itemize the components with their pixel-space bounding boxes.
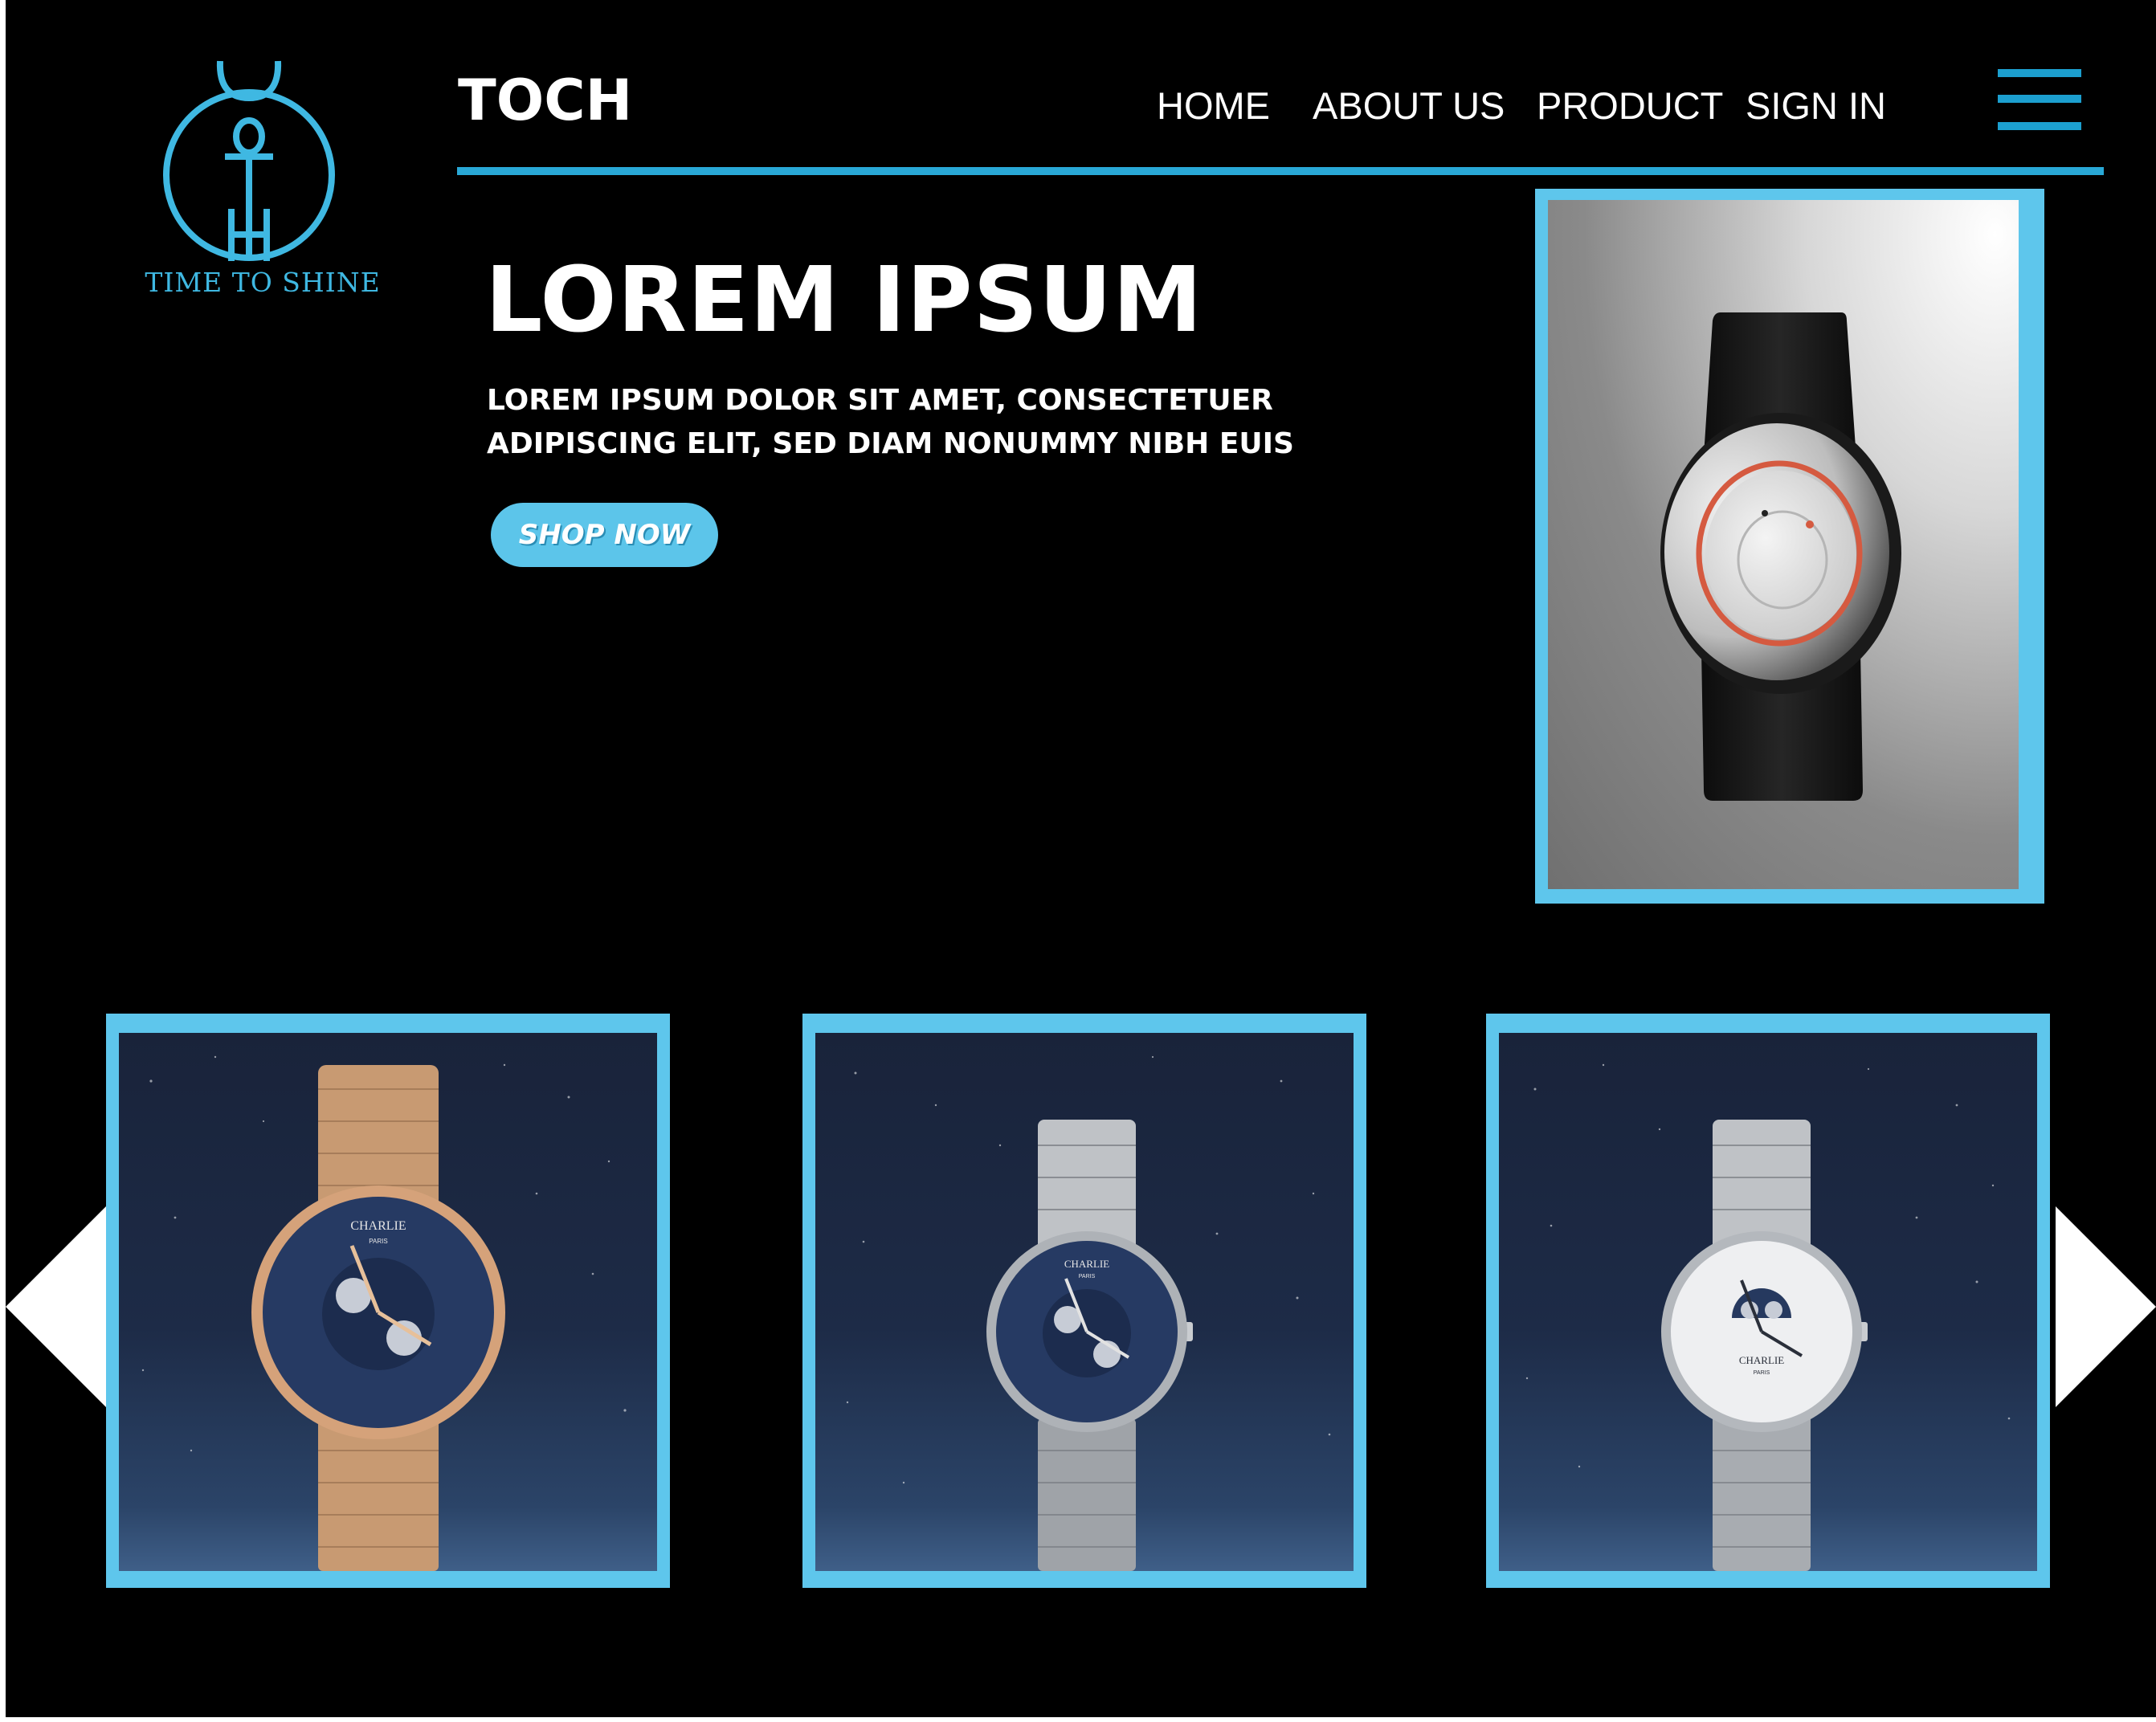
smartwatch-image: [1660, 312, 1901, 801]
hero-watch-image[interactable]: [1548, 200, 2019, 889]
watch-sub-mark: PARIS: [369, 1238, 387, 1245]
nav-sign-in[interactable]: SIGN IN: [1746, 87, 1886, 124]
arrow-left-icon[interactable]: [6, 1206, 106, 1407]
nav-home[interactable]: HOME: [1157, 87, 1270, 124]
hamburger-menu-icon[interactable]: [1998, 66, 2081, 133]
watch-sub-mark: PARIS: [1754, 1370, 1770, 1376]
silver-white-watch-image: CHARLIE PARIS: [1525, 1063, 2011, 1571]
hero-description: LOREM IPSUM DOLOR SIT AMET, CONSECTETUER…: [487, 384, 1294, 460]
arrow-right-icon[interactable]: [2056, 1206, 2156, 1407]
menu-bar: [1998, 95, 2081, 103]
menu-bar: [1998, 69, 2081, 77]
watch-sub-mark: PARIS: [1079, 1274, 1096, 1279]
product-image: CHARLIE PARIS: [815, 1033, 1354, 1571]
hero-title: LOREM IPSUM: [485, 248, 1203, 353]
product-card[interactable]: CHARLIE PARIS: [106, 1014, 670, 1588]
brand-name[interactable]: TOCH: [458, 72, 632, 129]
landing-page: TIME TO SHINE TOCH HOME ABOUT US PRODUCT…: [6, 0, 2156, 1717]
watch-brand-mark: CHARLIE: [1064, 1258, 1109, 1270]
rose-gold-watch-image: CHARLIE PARIS: [141, 1055, 627, 1571]
watch-brand-mark: CHARLIE: [1739, 1354, 1784, 1366]
watch-brand-mark: CHARLIE: [350, 1219, 406, 1233]
silver-blue-watch-image: CHARLIE PARIS: [846, 1055, 1331, 1571]
product-card[interactable]: CHARLIE PARIS: [802, 1014, 1366, 1588]
nav-about-us[interactable]: ABOUT US: [1313, 87, 1505, 124]
shop-now-button[interactable]: SHOP NOW: [491, 503, 718, 567]
nav-divider: [457, 167, 2104, 175]
hero-image-frame: [1535, 189, 2044, 904]
logo-tagline: TIME TO SHINE: [145, 267, 381, 298]
menu-bar: [1998, 122, 2081, 130]
product-card[interactable]: CHARLIE PARIS: [1486, 1014, 2050, 1588]
product-image: CHARLIE PARIS: [1499, 1033, 2037, 1571]
product-image: CHARLIE PARIS: [119, 1033, 657, 1571]
nav-product[interactable]: PRODUCT: [1537, 87, 1723, 124]
